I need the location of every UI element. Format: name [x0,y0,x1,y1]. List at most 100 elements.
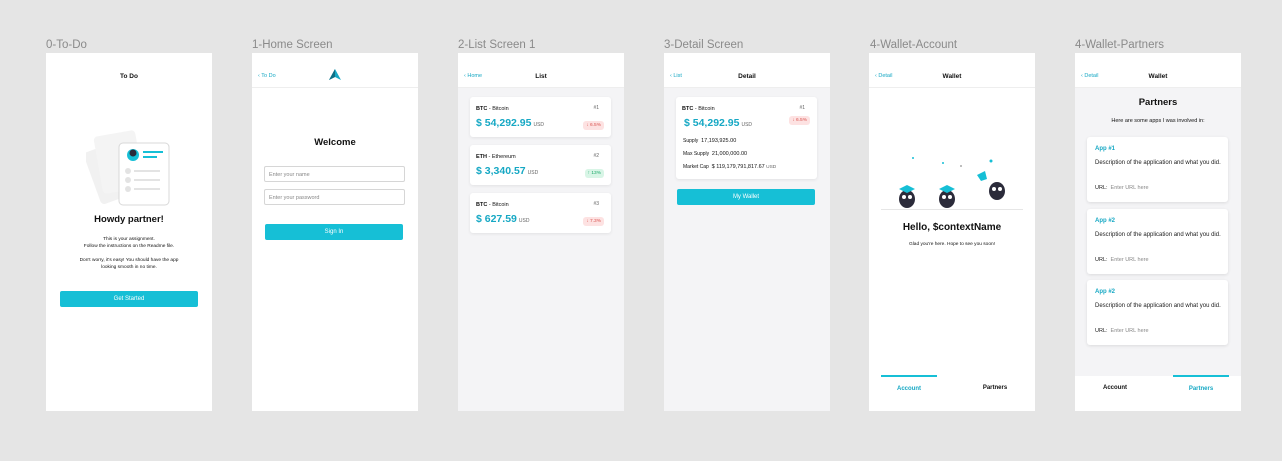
app-url-input[interactable]: Enter URL here [1111,328,1149,334]
active-tab-indicator [881,375,937,377]
list-screen: ‹ Home List BTC - Bitcoin #1 $ 54,292.95… [458,53,624,411]
coin-price: $ 3,340.57 [476,165,526,177]
app-description: Description of the application and what … [1095,303,1221,309]
welcome-heading: Welcome [314,137,356,148]
get-started-button[interactable]: Get Started [60,291,198,307]
partners-intro: Here are some apps I was involved in: [1111,118,1205,124]
app-name: App #2 [1095,218,1116,224]
coin-symbol: BTC [476,106,488,112]
app-name: App #1 [1095,146,1116,152]
market-cap-currency: USD [766,165,777,170]
frame-label-todo: 0-To-Do [46,39,87,51]
coin-fullname: - Bitcoin [487,202,509,208]
tab-partners[interactable]: Partners [1173,386,1229,392]
coin-name: BTC - Bitcoin [476,106,509,112]
market-cap-value: $ 119,179,791,817.67 [711,164,765,170]
max-supply-row: Max Supply 21,000,000.00 [683,151,747,157]
coin-fullname: - Bitcoin [693,106,715,112]
back-link[interactable]: ‹ To Do [258,73,276,79]
change-badge: ↑ 13% [584,169,604,178]
change-badge: ↓ 7.3% [583,217,604,226]
name-input[interactable]: Enter your name [264,166,405,182]
app-url-input[interactable]: Enter URL here [1111,257,1149,263]
my-wallet-button[interactable]: My Wallet [677,189,815,205]
todo-text-3: Don't worry, it's easy! You should have … [79,258,179,263]
coin-price: $ 54,292.95 [684,117,740,129]
frame-label-home: 1-Home Screen [252,39,333,51]
coin-rank: #1 [593,105,599,111]
coin-currency: USD [527,170,539,176]
coin-price-row: $ 627.59 USD [476,213,529,225]
tab-bar [1075,376,1241,411]
app-url-row: URL: Enter URL here [1095,257,1149,263]
tab-account[interactable]: Account [881,386,937,392]
coin-name: ETH - Ethereum [476,154,516,160]
greeting-heading: Hello, $contextName [902,222,1002,233]
nav-title: List [535,73,547,80]
app-description: Description of the application and what … [1095,160,1221,166]
todo-text-1: This is your assignment. [103,237,155,242]
coin-currency: USD [741,122,753,128]
coin-card[interactable]: ETH - Ethereum #2 $ 3,340.57 USD ↑ 13% [470,145,611,185]
app-url-label: URL: [1095,185,1108,191]
todo-text-2: Follow the instructions on the Readme fi… [83,244,175,249]
coin-symbol: BTC [682,106,694,112]
supply-label: Supply [683,138,699,144]
frame-label-wallet-partners: 4-Wallet-Partners [1075,39,1165,51]
change-badge: ↓ 6.5% [583,121,604,130]
nav-bar: To Do [46,53,212,88]
wallet-account-screen: ‹ Detail Wallet Hello, $contextName Glad… [869,53,1035,411]
coin-currency: USD [533,122,545,128]
app-description: Description of the application and what … [1095,232,1221,238]
partner-app-card: App #2 Description of the application an… [1087,280,1228,345]
frame-label-detail: 3-Detail Screen [664,39,744,51]
nav-title: To Do [120,73,138,80]
coin-name: BTC - Bitcoin [476,202,509,208]
market-cap-row: Market Cap $ 119,179,791,817.67 USD [683,164,776,170]
coin-detail-card: BTC - Bitcoin #1 $ 54,292.95 USD ↓ 6.5% S… [676,97,817,179]
partner-app-card: App #1 Description of the application an… [1087,137,1228,202]
app-name: App #2 [1095,289,1116,295]
partners-heading: Partners [1138,97,1178,108]
nav-title: Wallet [942,73,962,80]
app-url-row: URL: Enter URL here [1095,185,1149,191]
active-tab-indicator [1173,375,1229,377]
app-url-input[interactable]: Enter URL here [1111,185,1149,191]
change-badge: ↓ 6.5% [789,116,810,125]
tab-partners[interactable]: Partners [967,385,1023,391]
back-label: To Do [261,73,276,79]
password-input[interactable]: Enter your password [264,189,405,205]
coin-card[interactable]: BTC - Bitcoin #3 $ 627.59 USD ↓ 7.3% [470,193,611,233]
wallet-partners-screen: ‹ Detail Wallet Partners Here are some a… [1075,53,1241,411]
coin-price-row: $ 3,340.57 USD [476,165,538,177]
market-cap-label: Market Cap [683,164,709,170]
frame-label-wallet-account: 4-Wallet-Account [870,39,958,51]
app-url-row: URL: Enter URL here [1095,328,1149,334]
coin-currency: USD [518,218,530,224]
nav-bar: ‹ Detail Wallet [869,53,1035,88]
sign-in-button[interactable]: Sign In [265,224,403,240]
nav-bar: ‹ Home List [458,53,624,88]
coin-card[interactable]: BTC - Bitcoin #1 $ 54,292.95 USD ↓ 6.5% [470,97,611,137]
coin-rank: #3 [593,201,599,207]
coin-fullname: - Bitcoin [487,106,509,112]
todo-text-4: looking smooth in no time. [101,265,157,270]
nav-bar: ‹ To Do [252,53,418,88]
coin-fullname: - Ethereum [487,154,516,160]
coin-price: $ 627.59 [476,213,517,225]
coin-price-row: $ 54,292.95 USD [684,117,752,129]
frame-label-list: 2-List Screen 1 [458,39,536,51]
tab-account[interactable]: Account [1087,385,1143,391]
coin-rank: #2 [593,153,599,159]
nav-title: Wallet [1148,73,1168,80]
todo-heading: Howdy partner! [94,214,164,225]
detail-screen: ‹ List Detail BTC - Bitcoin #1 $ 54,292.… [664,53,830,411]
todo-screen: To Do Howdy partner! This is your assign… [46,53,212,411]
coin-rank: #1 [799,105,805,111]
app-url-label: URL: [1095,257,1108,263]
assignment-illustration [86,130,170,206]
coin-symbol: ETH [476,154,487,160]
coin-price-row: $ 54,292.95 USD [476,117,544,129]
app-url-label: URL: [1095,328,1108,334]
greeting-subtitle: Glad you're here. Hope to see you soon! [909,242,995,247]
